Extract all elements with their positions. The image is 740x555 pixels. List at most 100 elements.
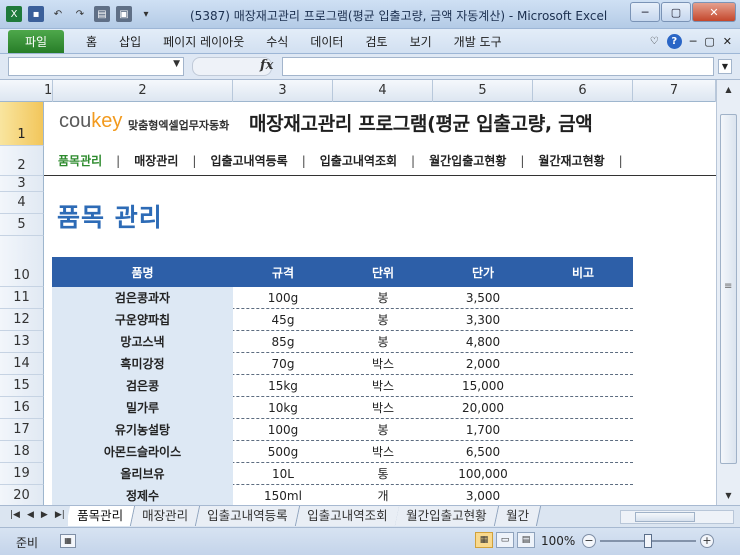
row-header[interactable]: 16	[0, 397, 44, 419]
row-header[interactable]: 5	[0, 214, 44, 236]
zoom-slider-thumb[interactable]	[644, 534, 652, 548]
tab-insert[interactable]: 삽입	[119, 33, 141, 50]
scroll-up-icon[interactable]: ▲	[721, 82, 736, 97]
normal-view-icon[interactable]: ▦	[475, 532, 493, 548]
customize-qat-icon[interactable]: ▾	[138, 6, 154, 22]
column-header[interactable]: 4	[333, 80, 433, 102]
camera-icon[interactable]: ▣	[116, 6, 132, 22]
sheet-tab[interactable]: 월간입출고현황	[394, 506, 499, 526]
chevron-down-icon[interactable]: ▼	[173, 59, 180, 69]
cell-name[interactable]: 밀가루	[52, 396, 233, 419]
minimize-button[interactable]: ─	[630, 2, 660, 22]
row-header[interactable]: 12	[0, 309, 44, 331]
cell-spec[interactable]: 150ml	[233, 489, 333, 503]
nav-item-stores[interactable]: 매장관리	[120, 152, 192, 169]
row-header[interactable]: 2	[0, 146, 44, 176]
nav-item-items[interactable]: 품목관리	[44, 152, 116, 169]
redo-icon[interactable]: ↷	[72, 6, 88, 22]
form-icon[interactable]: ▤	[94, 6, 110, 22]
page-break-view-icon[interactable]: ▤	[517, 532, 535, 548]
doc-minimize-icon[interactable]: ─	[690, 35, 697, 48]
cell-unit[interactable]: 박스	[333, 377, 433, 394]
insert-function-button[interactable]: fx	[260, 58, 273, 73]
cell-spec[interactable]: 70g	[233, 357, 333, 371]
cell-name[interactable]: 정제수	[52, 484, 233, 505]
first-sheet-icon[interactable]: |◀	[10, 510, 20, 520]
next-sheet-icon[interactable]: ▶	[41, 510, 48, 520]
row-header[interactable]: 20	[0, 485, 44, 505]
cell-spec[interactable]: 45g	[233, 313, 333, 327]
cell-name[interactable]: 검은콩과자	[52, 286, 233, 309]
cell-name[interactable]: 검은콩	[52, 374, 233, 397]
scroll-down-icon[interactable]: ▼	[721, 488, 736, 503]
cell-spec[interactable]: 500g	[233, 445, 333, 459]
column-header[interactable]: 3	[233, 80, 333, 102]
nav-item-monthly-io[interactable]: 월간입출고현황	[415, 152, 520, 169]
cell-name[interactable]: 유기농설탕	[52, 418, 233, 441]
cell-spec[interactable]: 15kg	[233, 379, 333, 393]
close-button[interactable]: ✕	[692, 2, 736, 22]
cell-spec[interactable]: 100g	[233, 423, 333, 437]
row-header[interactable]: 17	[0, 419, 44, 441]
column-header[interactable]: 2	[53, 80, 233, 102]
nav-item-monthly-stock[interactable]: 월간재고현황	[524, 152, 618, 169]
sheet-tab[interactable]: 품목관리	[68, 506, 136, 526]
zoom-level[interactable]: 100%	[541, 534, 575, 548]
excel-app-icon[interactable]: X	[6, 6, 22, 22]
cell-price[interactable]: 15,000	[433, 379, 533, 393]
formula-input[interactable]	[282, 57, 714, 76]
column-header[interactable]: 6	[533, 80, 633, 102]
page-layout-view-icon[interactable]: ▭	[496, 532, 514, 548]
cell-price[interactable]: 1,700	[433, 423, 533, 437]
row-header[interactable]: 14	[0, 353, 44, 375]
cell-name[interactable]: 망고스낵	[52, 330, 233, 353]
cell-unit[interactable]: 통	[333, 465, 433, 482]
sheet-tab[interactable]: 입출고내역등록	[195, 506, 300, 526]
help-icon[interactable]: ?	[666, 34, 682, 49]
cell-spec[interactable]: 10kg	[233, 401, 333, 415]
row-header[interactable]: 11	[0, 287, 44, 309]
cell-price[interactable]: 100,000	[433, 467, 533, 481]
sheet-tab[interactable]: 매장관리	[130, 506, 201, 526]
cell-unit[interactable]: 봉	[333, 289, 433, 306]
row-header[interactable]: 1	[0, 102, 44, 146]
cell-price[interactable]: 4,800	[433, 335, 533, 349]
nav-item-io-register[interactable]: 입출고내역등록	[196, 152, 301, 169]
doc-restore-icon[interactable]: ▢	[704, 35, 714, 48]
cell-name[interactable]: 아몬드슬라이스	[52, 440, 233, 463]
cell-name[interactable]: 흑미강정	[52, 352, 233, 375]
tab-data[interactable]: 데이터	[310, 33, 343, 50]
row-header[interactable]: 19	[0, 463, 44, 485]
macro-record-icon[interactable]: ▦	[60, 534, 76, 548]
cell-spec[interactable]: 85g	[233, 335, 333, 349]
cell-unit[interactable]: 박스	[333, 443, 433, 460]
cell-price[interactable]: 3,300	[433, 313, 533, 327]
horizontal-scroll-thumb[interactable]	[635, 512, 695, 522]
cell-spec[interactable]: 100g	[233, 291, 333, 305]
vertical-scrollbar[interactable]: ▲ ▼	[716, 80, 740, 505]
cell-unit[interactable]: 봉	[333, 421, 433, 438]
file-tab[interactable]: 파일	[8, 29, 64, 53]
nav-item-io-search[interactable]: 입출고내역조회	[306, 152, 411, 169]
cell-unit[interactable]: 개	[333, 487, 433, 504]
row-header[interactable]: 4	[0, 192, 44, 214]
row-header[interactable]: 15	[0, 375, 44, 397]
tab-view[interactable]: 보기	[410, 33, 432, 50]
doc-close-icon[interactable]: ✕	[723, 35, 732, 48]
zoom-out-icon[interactable]: −	[582, 534, 596, 548]
column-header[interactable]: 7	[633, 80, 716, 102]
column-header[interactable]: 1	[44, 80, 53, 102]
cell-price[interactable]: 20,000	[433, 401, 533, 415]
prev-sheet-icon[interactable]: ◀	[27, 510, 34, 520]
column-header[interactable]: 5	[433, 80, 533, 102]
horizontal-scrollbar[interactable]	[620, 510, 734, 524]
tab-formulas[interactable]: 수식	[266, 33, 288, 50]
scroll-thumb[interactable]	[720, 114, 737, 464]
cell-price[interactable]: 3,000	[433, 489, 533, 503]
row-header[interactable]: 3	[0, 176, 44, 192]
cell-price[interactable]: 6,500	[433, 445, 533, 459]
undo-icon[interactable]: ↶	[50, 6, 66, 22]
sheet-tab[interactable]: 입출고내역조회	[295, 506, 400, 526]
sheet-tab[interactable]: 월간	[494, 506, 541, 526]
expand-formula-icon[interactable]: ▼	[718, 59, 732, 74]
